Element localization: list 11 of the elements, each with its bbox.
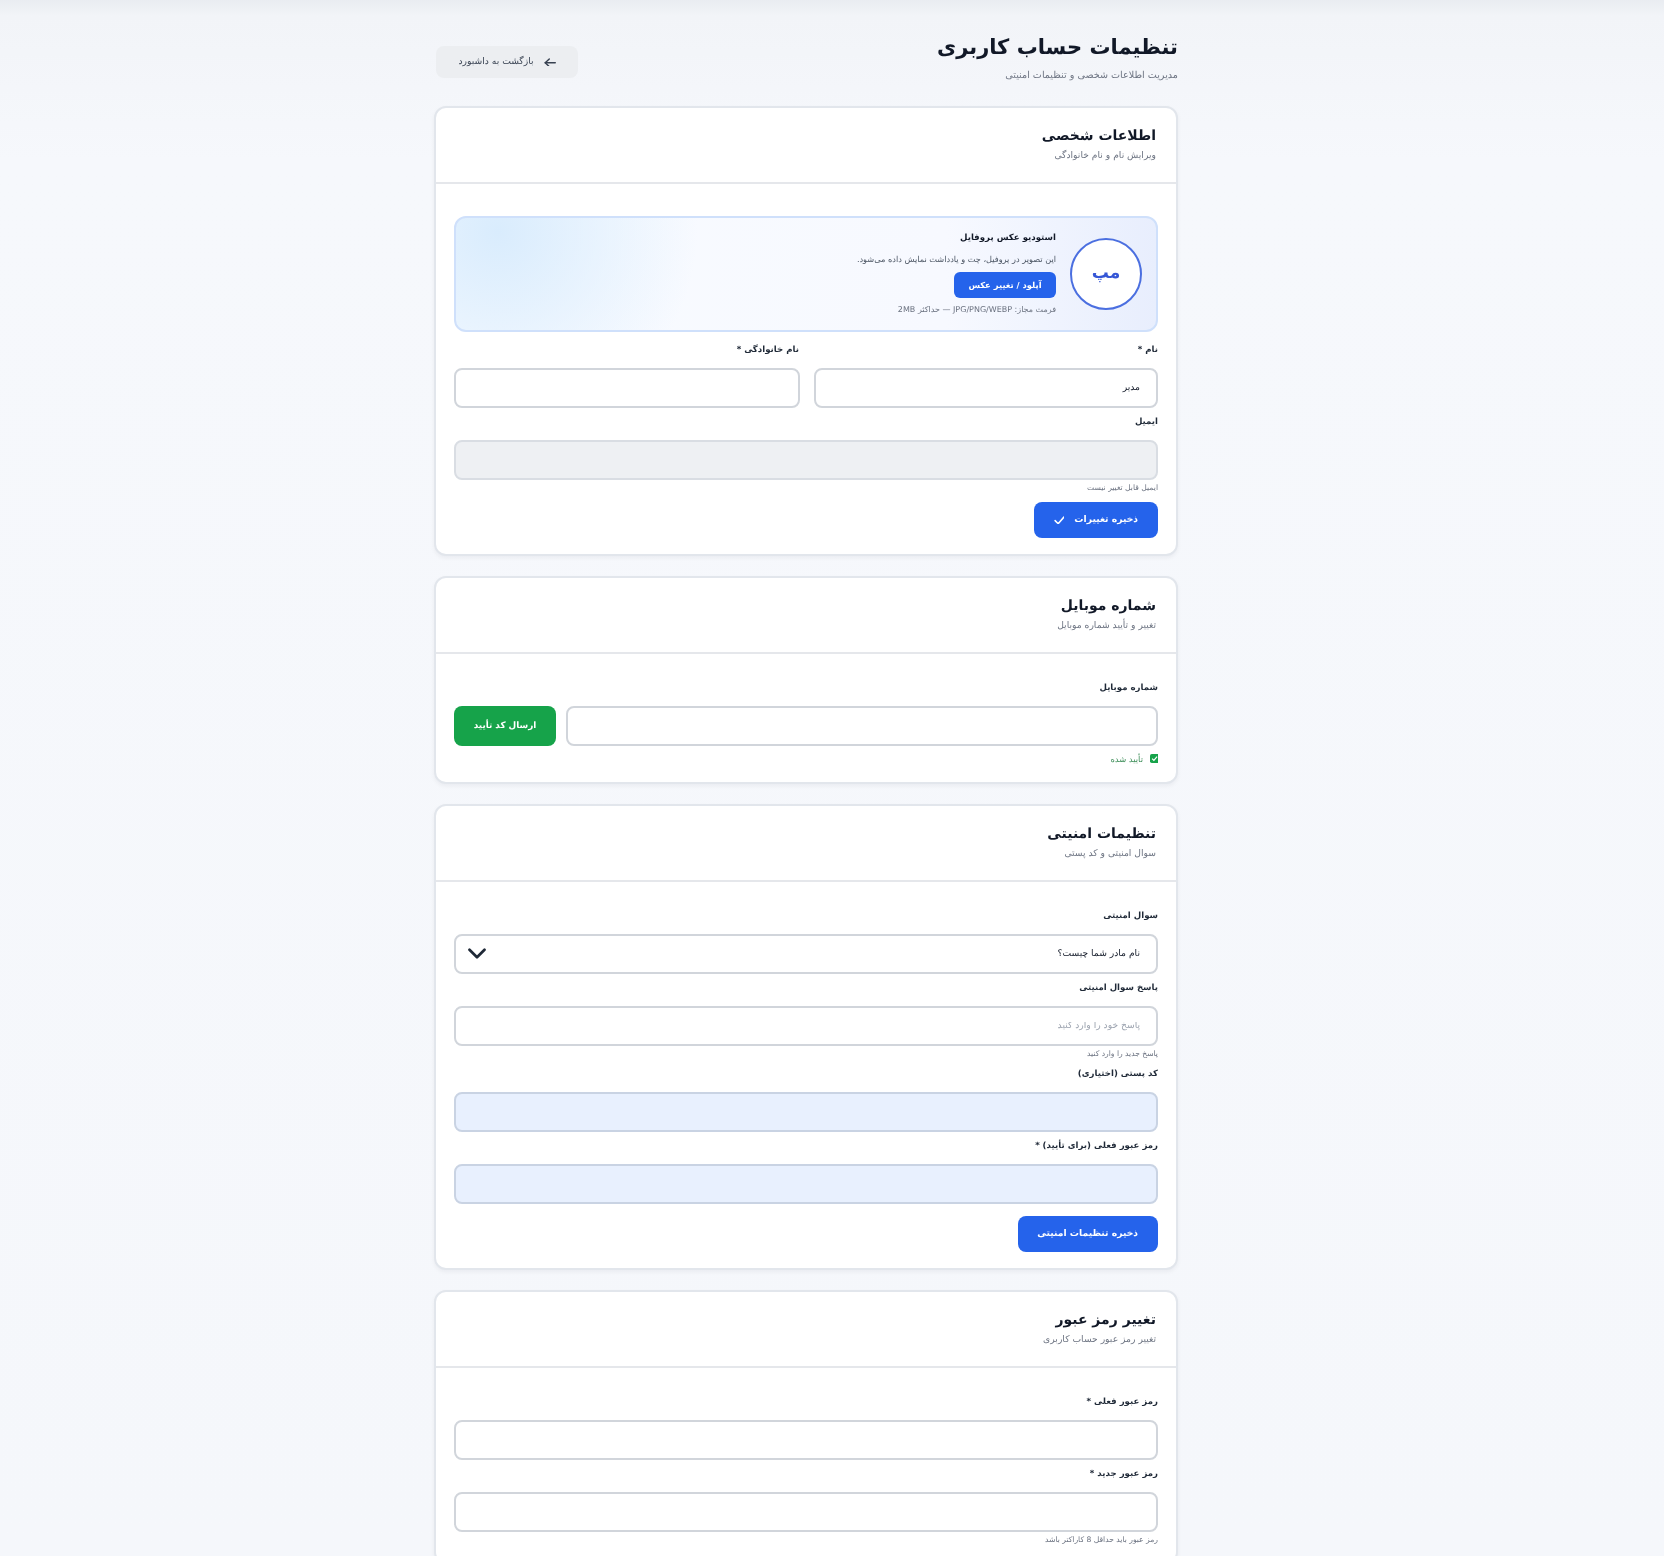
arrow-left-icon [543,57,556,67]
text-field[interactable] [454,1420,1158,1460]
text-field[interactable] [454,1092,1158,1132]
text-field[interactable] [454,368,799,408]
check-icon [1053,515,1065,525]
text-field[interactable] [454,1164,1158,1204]
page-title: تنظیمات حساب کاربری [936,34,1178,62]
phone-field[interactable] [566,706,1158,746]
text-field[interactable] [454,1492,1158,1532]
avatar: مپ [1070,238,1142,310]
chevron-down-icon [468,948,486,960]
